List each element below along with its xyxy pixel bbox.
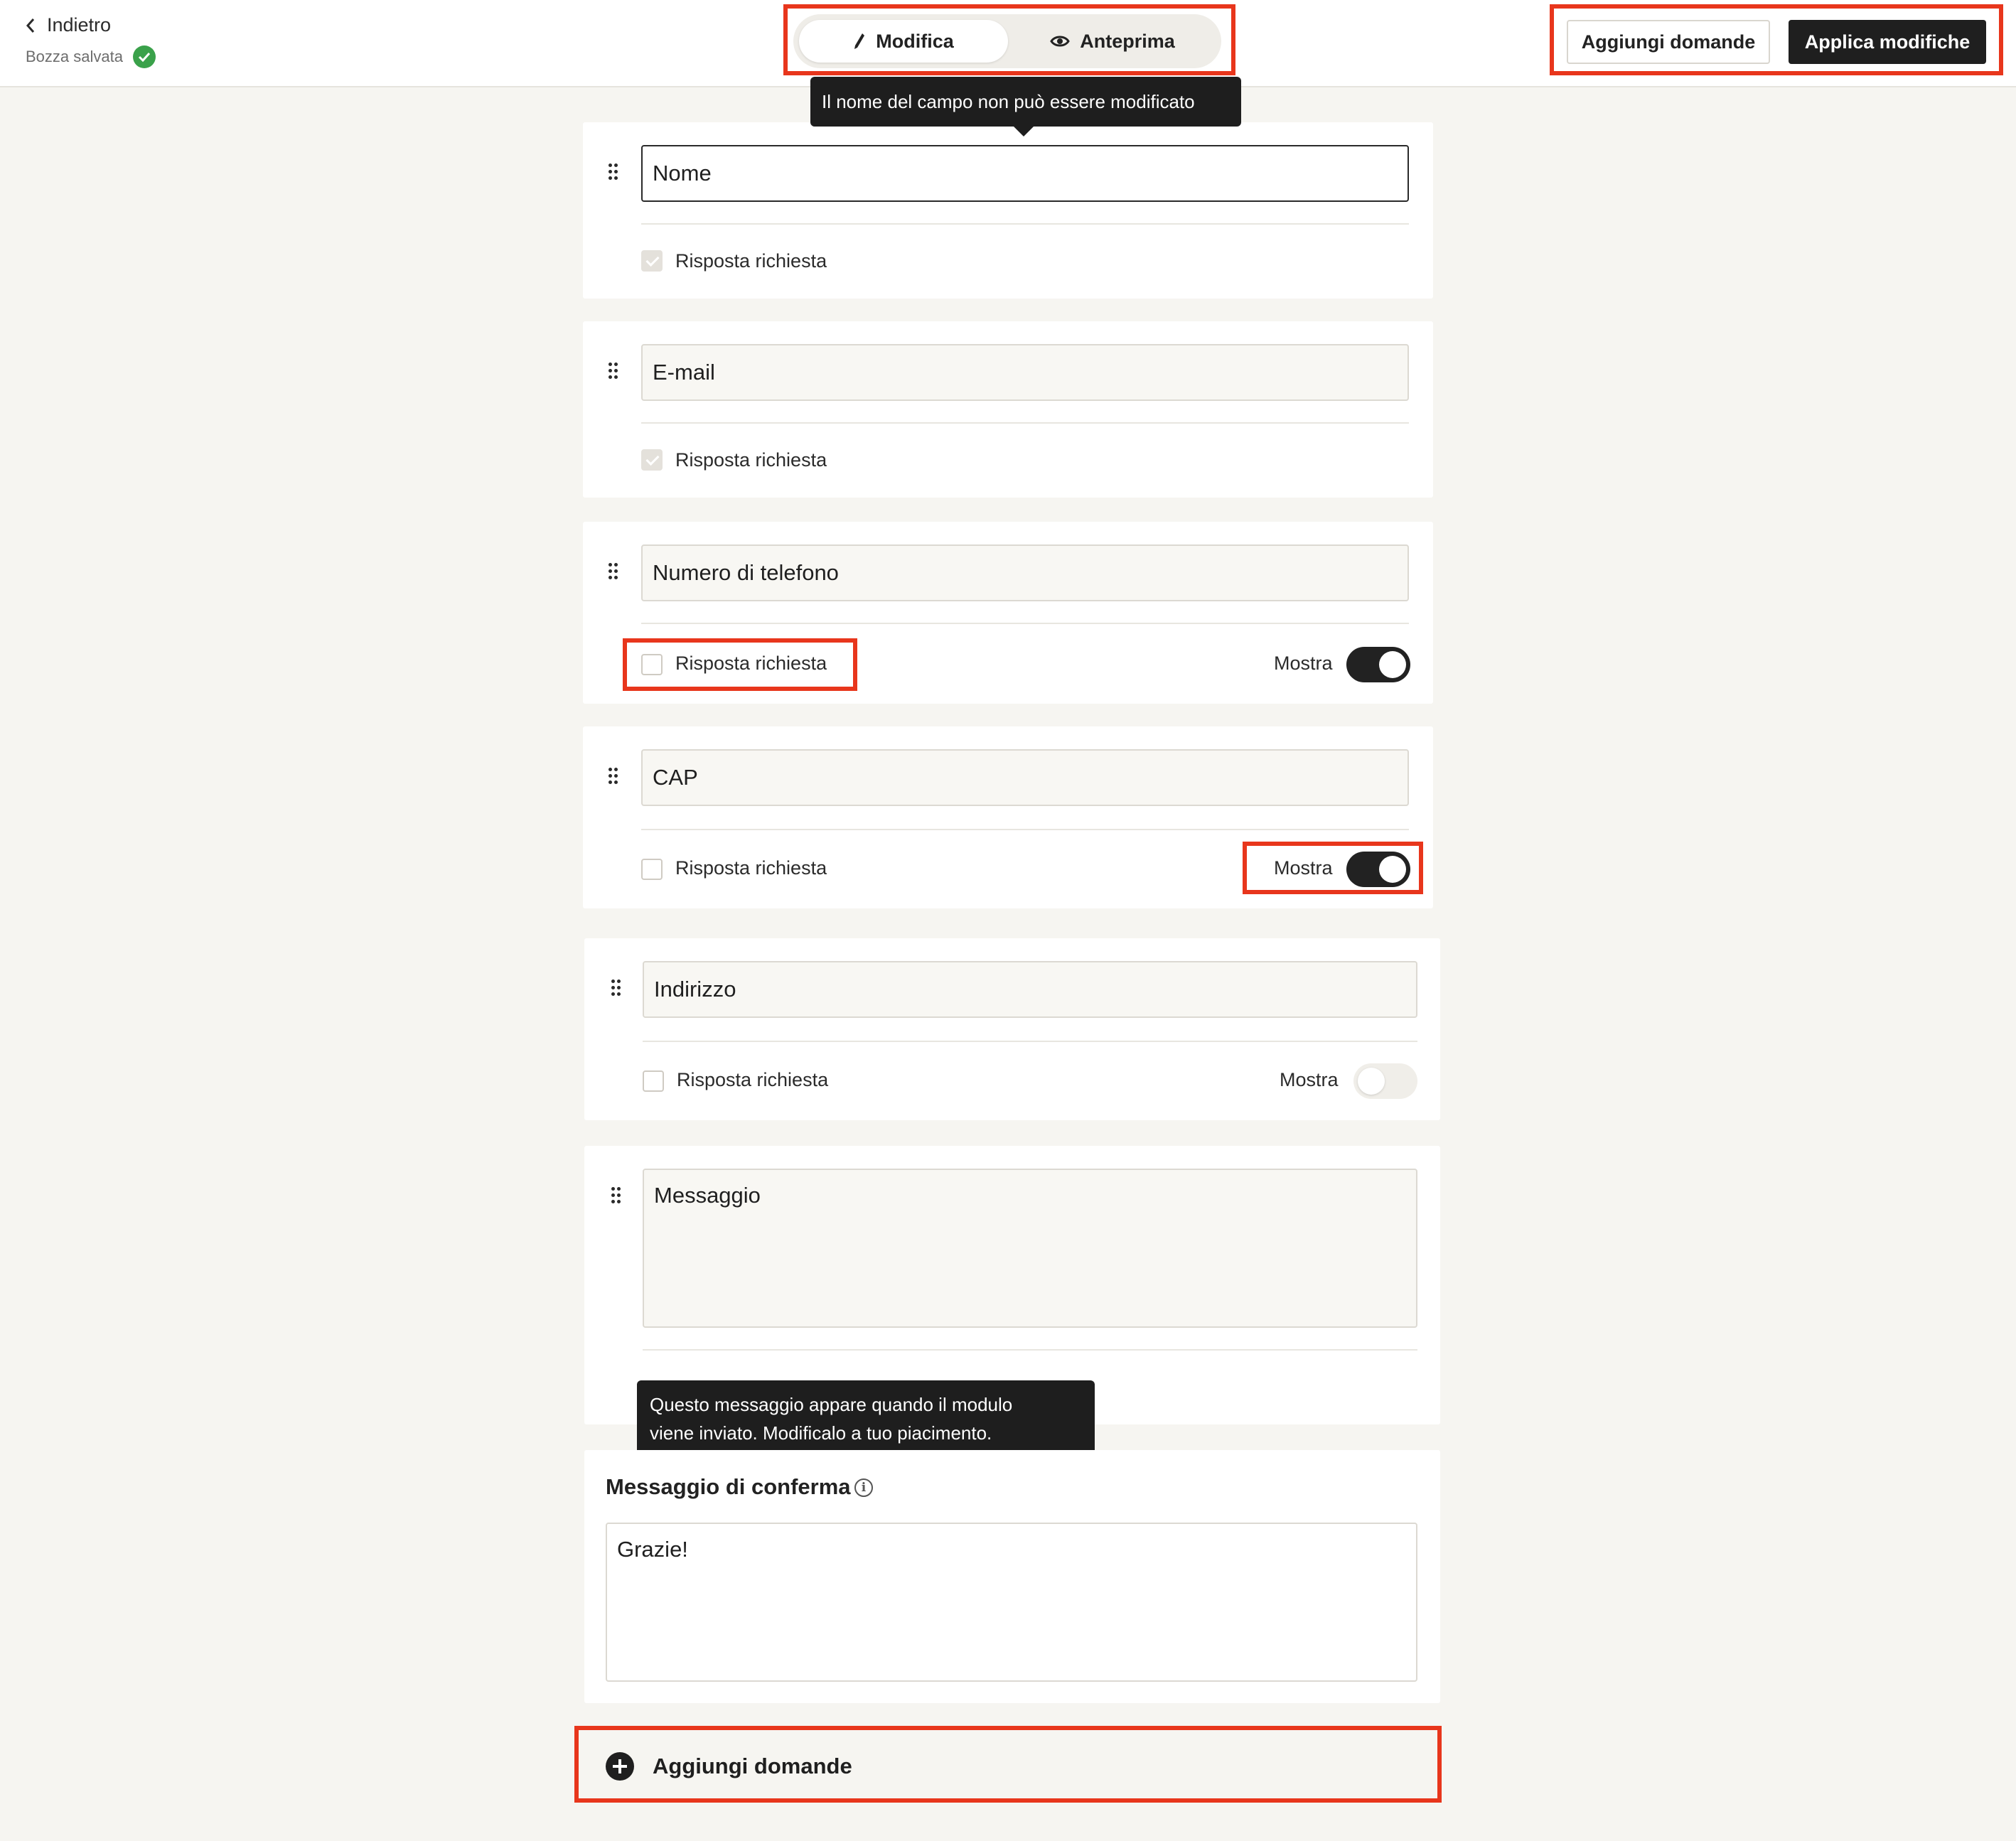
- required-checkbox[interactable]: [641, 859, 663, 880]
- field-name-input[interactable]: Messaggio: [643, 1169, 1417, 1328]
- drag-handle-icon[interactable]: [608, 563, 618, 580]
- divider: [643, 1041, 1417, 1042]
- required-checkbox: [641, 250, 663, 272]
- required-label: Risposta richiesta: [675, 250, 827, 272]
- eye-icon: [1050, 36, 1071, 47]
- field-name-input[interactable]: CAP: [641, 749, 1409, 806]
- drag-handle-icon[interactable]: [608, 163, 618, 181]
- plus-circle-icon: [606, 1752, 634, 1781]
- tooltip-field-name-text: Il nome del campo non può essere modific…: [822, 91, 1195, 112]
- show-toggle[interactable]: [1346, 647, 1410, 682]
- back-link[interactable]: Indietro: [26, 14, 111, 36]
- draft-status-label: Bozza salvata: [26, 48, 123, 65]
- drag-handle-icon[interactable]: [608, 768, 618, 785]
- info-icon[interactable]: i: [854, 1478, 873, 1497]
- required-label: Risposta richiesta: [675, 857, 827, 879]
- field-card-email: E-mail Risposta richiesta: [583, 321, 1433, 498]
- required-label: Risposta richiesta: [677, 1069, 829, 1090]
- chevron-left-icon: [26, 18, 35, 33]
- show-toggle[interactable]: [1353, 1063, 1417, 1099]
- add-questions-button[interactable]: Aggiungi domande: [1567, 20, 1770, 64]
- tab-anteprima[interactable]: Anteprima: [1009, 20, 1216, 63]
- required-label: Risposta richiesta: [675, 449, 827, 471]
- divider: [641, 422, 1409, 424]
- show-toggle[interactable]: [1346, 852, 1410, 887]
- add-questions-bottom-label: Aggiungi domande: [653, 1754, 852, 1778]
- add-questions-bottom-button[interactable]: Aggiungi domande: [584, 1734, 1430, 1798]
- divider: [643, 1349, 1417, 1351]
- field-name-input[interactable]: Nome: [641, 145, 1409, 202]
- show-label: Mostra: [1274, 653, 1333, 674]
- draft-status: Bozza salvata: [26, 45, 156, 68]
- tab-modifica[interactable]: Modifica: [799, 20, 1008, 63]
- field-card-phone: Numero di telefono Risposta richiesta Mo…: [583, 522, 1433, 704]
- divider: [641, 223, 1409, 225]
- pencil-icon: [854, 33, 865, 49]
- required-checkbox[interactable]: [643, 1070, 664, 1092]
- tab-anteprima-label: Anteprima: [1080, 30, 1175, 52]
- required-label: Risposta richiesta: [675, 653, 827, 674]
- tab-modifica-label: Modifica: [876, 30, 954, 52]
- divider: [641, 829, 1409, 830]
- required-checkbox: [641, 449, 663, 471]
- top-bar: Indietro Bozza salvata Modifica Anteprim…: [0, 0, 2016, 87]
- tooltip-field-name-locked: Il nome del campo non può essere modific…: [810, 77, 1241, 136]
- drag-handle-icon[interactable]: [611, 1187, 621, 1204]
- required-checkbox[interactable]: [641, 654, 663, 675]
- tooltip-confirmation-line2: viene inviato. Modificalo a tuo piacimen…: [650, 1422, 992, 1444]
- field-card-cap: CAP Risposta richiesta Mostra: [583, 726, 1433, 908]
- field-name-input[interactable]: Indirizzo: [643, 961, 1417, 1018]
- show-label: Mostra: [1280, 1069, 1339, 1090]
- field-card-nome: Nome Risposta richiesta: [583, 122, 1433, 299]
- drag-handle-icon[interactable]: [608, 363, 618, 380]
- field-name-input[interactable]: E-mail: [641, 344, 1409, 401]
- tooltip-confirmation-line1: Questo messaggio appare quando il modulo: [650, 1394, 1013, 1415]
- divider: [641, 623, 1409, 624]
- show-label: Mostra: [1274, 857, 1333, 879]
- apply-changes-button[interactable]: Applica modifiche: [1789, 20, 1986, 64]
- confirmation-title: Messaggio di conferma: [606, 1474, 851, 1499]
- back-label: Indietro: [47, 14, 112, 36]
- field-card-address: Indirizzo Risposta richiesta Mostra: [584, 938, 1440, 1120]
- mode-switch: Modifica Anteprima: [793, 14, 1221, 68]
- field-name-input[interactable]: Numero di telefono: [641, 544, 1409, 601]
- check-circle-icon: [132, 45, 156, 68]
- tooltip-confirmation-info: Questo messaggio appare quando il modulo…: [637, 1380, 1095, 1470]
- confirmation-message-input[interactable]: Grazie!: [606, 1523, 1417, 1682]
- drag-handle-icon[interactable]: [611, 979, 621, 997]
- confirmation-card: Messaggio di conferma i Grazie!: [584, 1450, 1440, 1703]
